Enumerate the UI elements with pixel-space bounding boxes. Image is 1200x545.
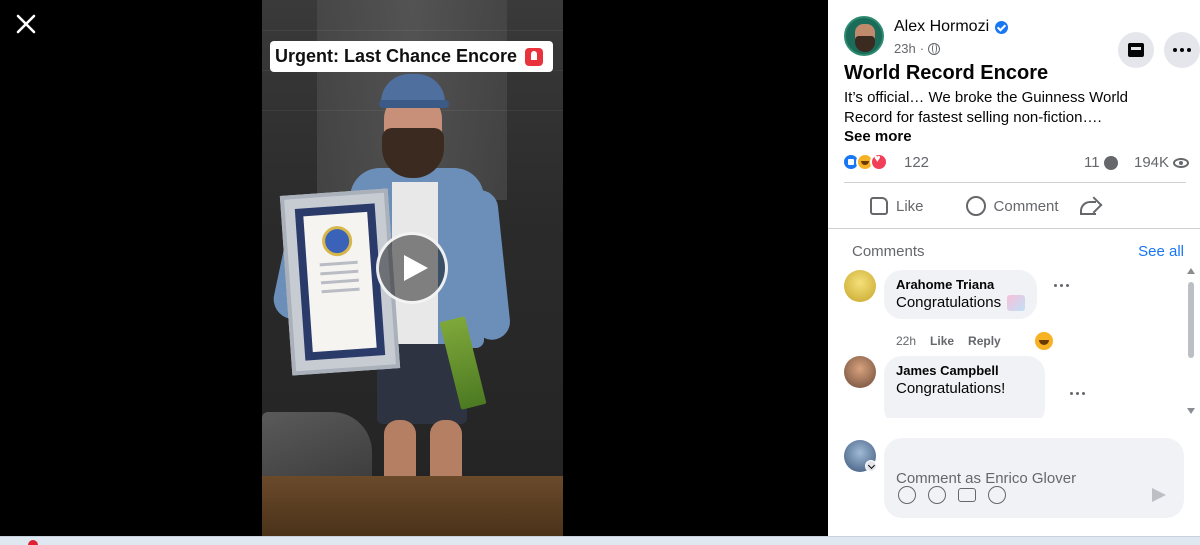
video-banner: Urgent: Last Chance Encore (270, 41, 554, 72)
more-icon (1173, 48, 1191, 52)
eye-icon (1173, 157, 1190, 168)
author-name[interactable]: Alex Hormozi (894, 18, 1009, 36)
close-button[interactable] (14, 12, 38, 36)
post-actions: Like Comment (844, 188, 1186, 224)
composer-tools (898, 486, 1006, 504)
comment-label: Comment (993, 197, 1059, 215)
video-viewer: Urgent: Last Chance Encore (0, 0, 828, 536)
comment-input[interactable] (884, 438, 1184, 518)
post-panel: Alex Hormozi 23h · World Record Encore I… (828, 0, 1200, 536)
comment-bubble-icon (1103, 155, 1118, 170)
comment-composer (844, 438, 1184, 518)
scrollbar-thumb[interactable] (1188, 282, 1194, 358)
post-stats: 122 11 194K (842, 152, 1190, 174)
author-name-text[interactable]: Alex Hormozi (894, 18, 989, 36)
sticker-icon[interactable] (988, 486, 1006, 504)
video-player[interactable]: Urgent: Last Chance Encore (262, 0, 563, 536)
party-emoji-icon (1007, 294, 1026, 311)
comment-reply-button[interactable]: Reply (968, 334, 1001, 348)
siren-icon (525, 47, 544, 66)
table (262, 476, 563, 536)
share-button[interactable] (1069, 190, 1109, 222)
comment-bubble: James Campbell Congratulations! (884, 356, 1046, 418)
scroll-up-icon[interactable] (1187, 268, 1195, 274)
view-count: 194K (1134, 154, 1190, 171)
comment-count[interactable]: 11 (1084, 154, 1118, 171)
emoji-icon[interactable] (928, 486, 946, 504)
divider (828, 228, 1200, 229)
comments-list: Arahome Triana Congratulations 22h Like … (828, 264, 1184, 418)
save-button[interactable] (1118, 32, 1154, 68)
comment-bubble: Arahome Triana Congratulations (884, 270, 1038, 319)
gif-icon[interactable] (958, 488, 976, 502)
comment-actions: 22h Like Reply (896, 332, 1053, 350)
thumbs-up-icon (870, 197, 888, 215)
post-time[interactable]: 23h (894, 41, 916, 56)
taskbar-app-icon[interactable] (28, 540, 38, 545)
comment-text-row: Congratulations! (896, 380, 1005, 397)
comment-icon (965, 196, 986, 216)
chevron-down-icon[interactable] (865, 460, 877, 472)
comment-count-value: 11 (1084, 154, 1100, 171)
see-all-comments-link[interactable]: See all (1138, 243, 1184, 260)
more-options-button[interactable] (1164, 32, 1200, 68)
commenter-avatar[interactable] (844, 270, 876, 302)
share-icon (1079, 196, 1099, 216)
love-reaction-icon (870, 153, 888, 171)
comment-more-button[interactable] (1054, 284, 1069, 287)
comment-more-button[interactable] (1070, 392, 1085, 395)
comment-button[interactable]: Comment (956, 190, 1069, 222)
bookmark-icon (1128, 43, 1144, 57)
close-icon (16, 14, 36, 34)
play-icon (403, 255, 428, 281)
post-header: Alex Hormozi 23h · (844, 14, 1200, 68)
commenter-name[interactable]: Arahome Triana (896, 277, 1025, 292)
video-banner-text: Urgent: Last Chance Encore (275, 46, 518, 66)
author-avatar[interactable] (844, 16, 884, 56)
taskbar (0, 536, 1200, 545)
post-description: It’s official… We broke the Guinness Wor… (844, 89, 1129, 126)
comment-time[interactable]: 22h (896, 334, 916, 348)
send-icon[interactable] (1152, 488, 1166, 502)
comment-like-button[interactable]: Like (930, 334, 954, 348)
verified-icon (995, 20, 1009, 34)
like-button[interactable]: Like (860, 191, 934, 221)
reaction-count[interactable]: 122 (904, 154, 929, 171)
post-meta: 23h · (894, 41, 941, 56)
avatar-sticker-icon[interactable] (898, 486, 916, 504)
comments-scrollbar[interactable] (1186, 268, 1196, 414)
view-count-value: 194K (1134, 154, 1170, 171)
globe-icon (928, 42, 941, 55)
divider (844, 182, 1186, 183)
scroll-down-icon[interactable] (1187, 408, 1195, 414)
comment-text-row: Congratulations (896, 294, 1026, 311)
comment-text: Congratulations! (896, 380, 1006, 397)
commenter-name[interactable]: James Campbell (896, 363, 1005, 378)
post-title: World Record Encore (844, 62, 1049, 84)
play-button[interactable] (376, 232, 448, 304)
comment-text: Congratulations (896, 294, 1002, 311)
haha-reaction-icon[interactable] (1034, 332, 1053, 350)
commenter-avatar[interactable] (844, 356, 876, 388)
see-more-link[interactable]: See more (844, 128, 912, 145)
record-seal (321, 225, 354, 258)
like-label: Like (896, 197, 924, 215)
reactions-summary[interactable] (842, 153, 888, 171)
comments-header: Comments (852, 243, 925, 260)
